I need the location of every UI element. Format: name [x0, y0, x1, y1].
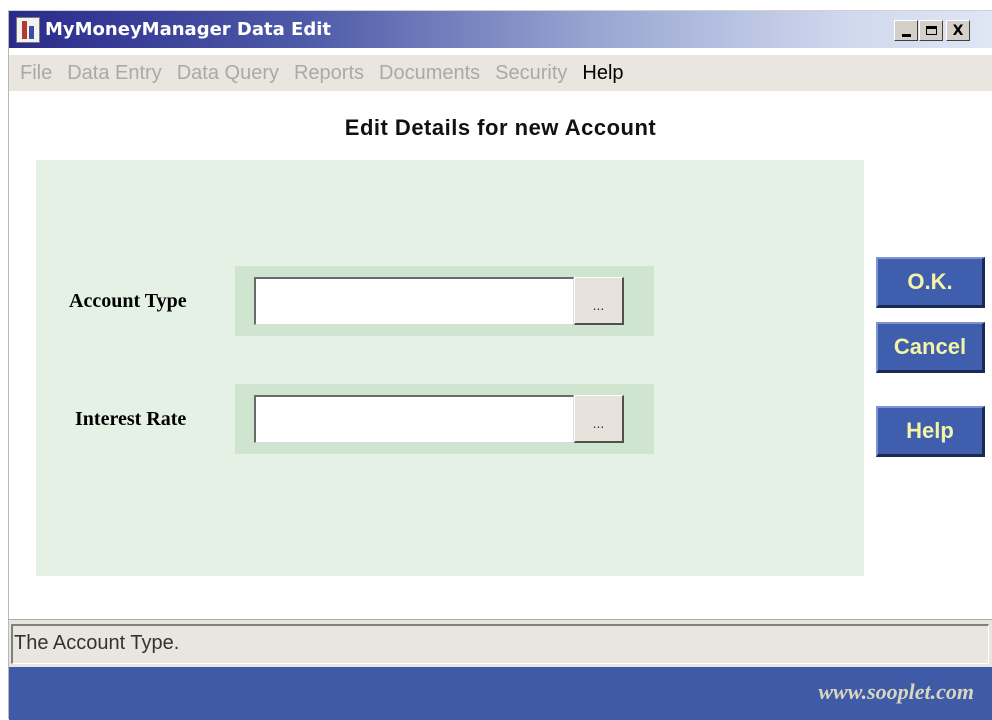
close-icon: X: [952, 22, 964, 39]
menu-bar: File Data Entry Data Query Reports Docum…: [9, 55, 992, 91]
account-type-input[interactable]: [254, 277, 574, 325]
form-panel: Account Type ... Interest Rate ...: [36, 160, 864, 576]
interest-rate-field-group: ...: [235, 384, 654, 454]
app-icon[interactable]: [16, 17, 40, 43]
interest-rate-input[interactable]: [254, 395, 574, 443]
maximize-icon: [925, 26, 937, 35]
menu-item-reports[interactable]: Reports: [287, 62, 371, 85]
maximize-button[interactable]: [919, 20, 943, 41]
status-text: The Account Type.: [11, 624, 989, 664]
page-title: Edit Details for new Account: [344, 115, 657, 140]
menu-item-security[interactable]: Security: [488, 62, 574, 85]
interest-rate-label: Interest Rate: [75, 408, 187, 430]
interest-rate-browse-button[interactable]: ...: [574, 395, 624, 443]
window-title: MyMoneyManager Data Edit: [45, 19, 331, 40]
app-window: MyMoneyManager Data Edit X File Data Ent…: [8, 10, 992, 720]
menu-item-file[interactable]: File: [10, 62, 59, 85]
menu-item-documents[interactable]: Documents: [372, 62, 487, 85]
menu-item-help[interactable]: Help: [575, 62, 630, 85]
menu-item-data-query[interactable]: Data Query: [170, 62, 286, 85]
close-button[interactable]: X: [946, 20, 970, 41]
title-bar[interactable]: MyMoneyManager Data Edit X: [9, 11, 992, 48]
cancel-button[interactable]: Cancel: [876, 322, 985, 373]
minimize-icon: [901, 33, 911, 37]
menu-item-data-entry[interactable]: Data Entry: [60, 62, 168, 85]
footer: www.sooplet.com: [9, 667, 992, 720]
ok-button[interactable]: O.K.: [876, 257, 985, 308]
account-type-field-group: ...: [235, 266, 654, 336]
minimize-button[interactable]: [894, 20, 918, 41]
footer-link[interactable]: www.sooplet.com: [818, 679, 974, 705]
account-type-browse-button[interactable]: ...: [574, 277, 624, 325]
help-button[interactable]: Help: [876, 406, 985, 457]
account-type-label: Account Type: [69, 290, 187, 312]
status-bar: The Account Type.: [9, 619, 992, 667]
